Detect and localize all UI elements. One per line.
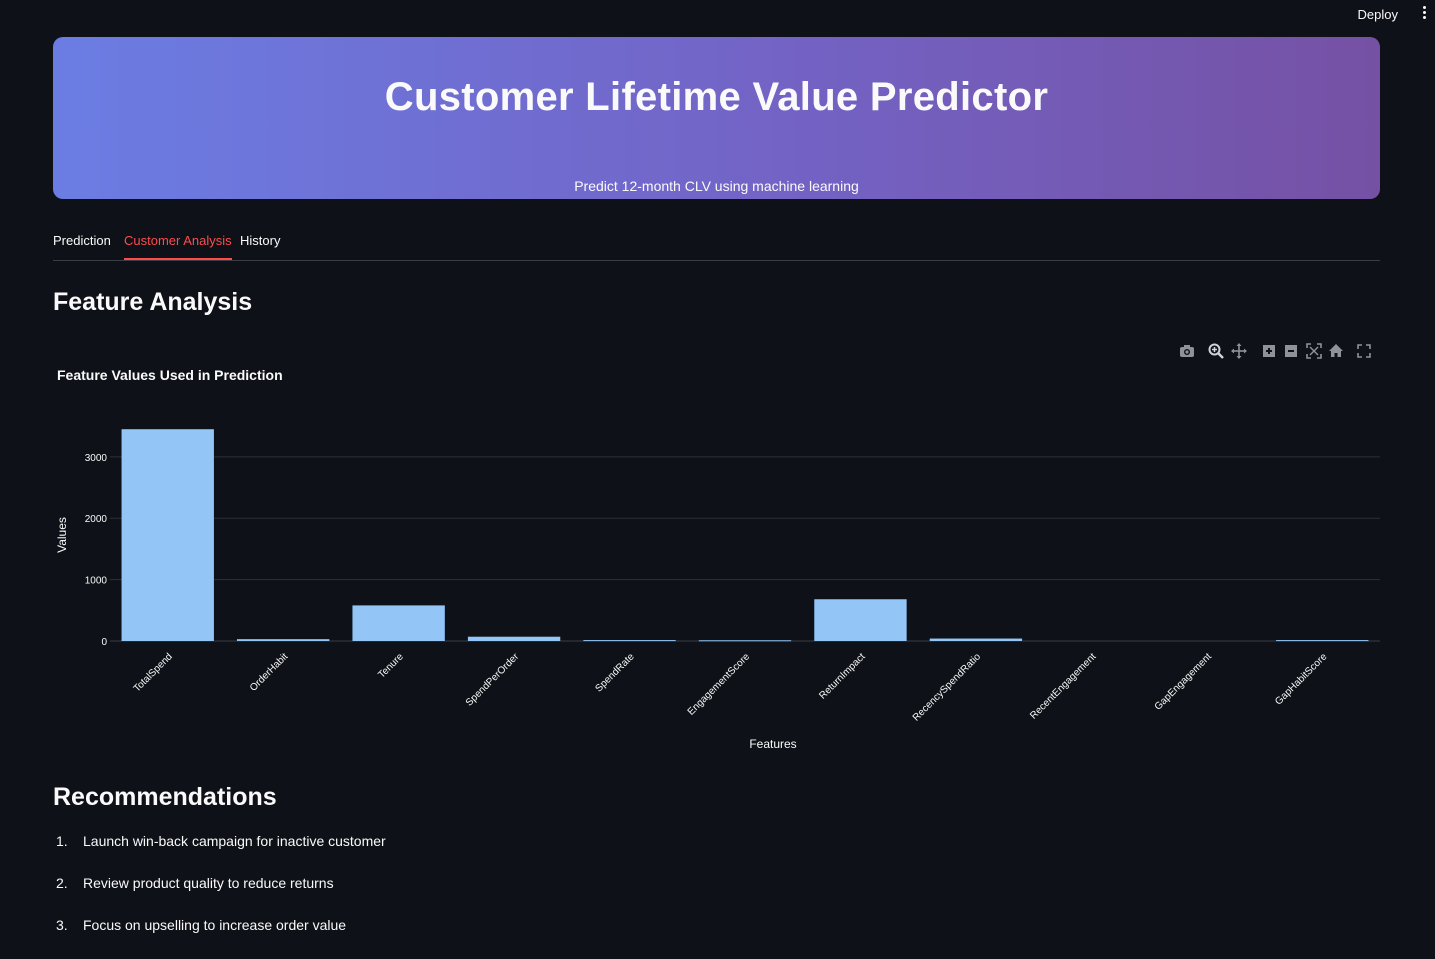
y-tick-label: 1000 bbox=[85, 576, 108, 587]
x-tick-label: ReturnImpact bbox=[817, 651, 867, 701]
fullscreen-icon[interactable] bbox=[1356, 343, 1372, 359]
list-item-text: Review product quality to reduce returns bbox=[83, 875, 334, 891]
x-axis-title: Features bbox=[749, 737, 796, 751]
tab-prediction[interactable]: Prediction bbox=[53, 233, 111, 258]
y-axis-title: Values bbox=[55, 517, 69, 553]
list-item: 2. Review product quality to reduce retu… bbox=[53, 875, 386, 917]
chart-bar bbox=[121, 429, 214, 641]
zoom-in-icon[interactable] bbox=[1261, 343, 1277, 359]
zoom-out-icon[interactable] bbox=[1283, 343, 1299, 359]
x-tick-label: GapEngagement bbox=[1153, 651, 1214, 712]
x-tick-label: SpendRate bbox=[594, 651, 637, 694]
recommendations-heading: Recommendations bbox=[53, 783, 277, 811]
list-item-number: 1. bbox=[56, 833, 68, 849]
x-tick-label: SpendPerOrder bbox=[464, 651, 522, 709]
app-header: Deploy bbox=[0, 0, 1435, 30]
list-item-text: Launch win-back campaign for inactive cu… bbox=[83, 833, 386, 849]
chart-bar bbox=[698, 640, 792, 642]
feature-values-chart: 0 1000 2000 3000 TotalSpend OrderHabit Tenure S… bbox=[55, 429, 1380, 751]
recommendations-list: 1. Launch win-back campaign for inactive… bbox=[53, 833, 386, 959]
pan-icon[interactable] bbox=[1231, 343, 1247, 359]
y-tick-label: 2000 bbox=[85, 514, 108, 525]
tab-history[interactable]: History bbox=[240, 233, 280, 258]
chart-bar bbox=[352, 605, 445, 641]
list-item-number: 2. bbox=[56, 875, 68, 891]
tab-bar: Prediction Customer Analysis History bbox=[53, 225, 1380, 261]
main-menu-icon[interactable] bbox=[1421, 6, 1427, 22]
feature-analysis-heading: Feature Analysis bbox=[53, 288, 253, 316]
page-title: Customer Lifetime Value Predictor bbox=[384, 75, 1049, 119]
chart-bar bbox=[467, 636, 561, 641]
chart-modebar bbox=[1177, 343, 1377, 361]
list-item-number: 3. bbox=[56, 917, 68, 933]
chart-bar bbox=[929, 638, 1023, 641]
tab-customer-analysis[interactable]: Customer Analysis bbox=[124, 233, 232, 260]
list-item-text: Focus on upselling to increase order val… bbox=[83, 917, 347, 933]
x-tick-label: EngagementScore bbox=[686, 651, 753, 718]
camera-icon[interactable] bbox=[1179, 343, 1195, 359]
x-tick-label: RecencySpendRatio bbox=[911, 651, 984, 724]
x-tick-label: Tenure bbox=[376, 651, 406, 681]
page-subtitle: Predict 12-month CLV using machine learn… bbox=[574, 178, 859, 194]
list-item: 3. Focus on upselling to increase order … bbox=[53, 917, 386, 959]
x-tick-label: OrderHabit bbox=[248, 651, 291, 694]
deploy-button[interactable]: Deploy bbox=[1358, 7, 1398, 22]
chart-bar bbox=[1276, 640, 1369, 642]
reset-axes-icon[interactable] bbox=[1328, 343, 1344, 359]
chart-bar bbox=[237, 639, 330, 641]
hero-banner: Customer Lifetime Value Predictor Predic… bbox=[53, 37, 1380, 199]
y-tick-label: 0 bbox=[101, 637, 107, 648]
autoscale-icon[interactable] bbox=[1306, 343, 1322, 359]
x-tick-label: GapHabitScore bbox=[1273, 651, 1329, 707]
zoom-icon[interactable] bbox=[1208, 343, 1224, 359]
list-item: 1. Launch win-back campaign for inactive… bbox=[53, 833, 386, 875]
chart-bar bbox=[814, 599, 907, 641]
y-tick-label: 3000 bbox=[85, 453, 108, 464]
x-tick-label: TotalSpend bbox=[132, 651, 175, 694]
chart-title: Feature Values Used in Prediction bbox=[57, 367, 283, 383]
chart-bar bbox=[583, 640, 676, 642]
x-tick-label: RecentEngagement bbox=[1028, 651, 1098, 721]
